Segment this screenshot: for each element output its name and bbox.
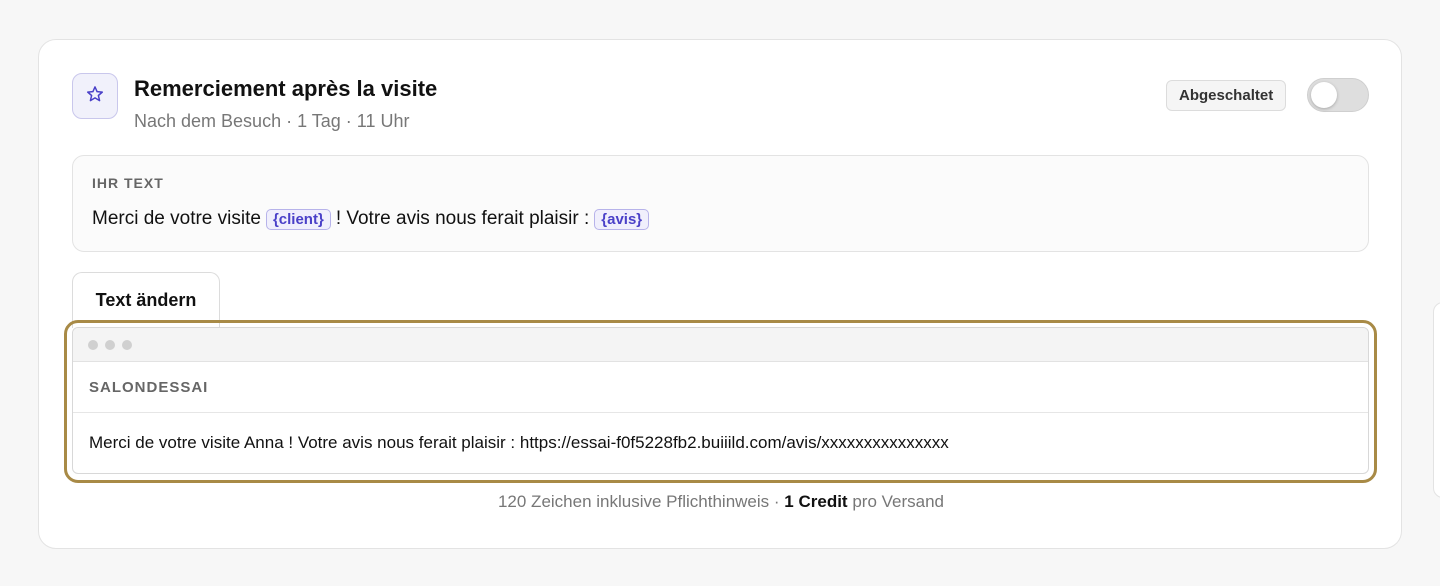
preview-window-bar <box>73 328 1368 362</box>
enable-toggle[interactable] <box>1307 78 1369 112</box>
star-icon <box>86 85 104 108</box>
automation-title: Remerciement après la visite <box>134 76 438 101</box>
window-dot-icon <box>122 339 132 350</box>
side-panel-edge <box>1433 302 1440 498</box>
template-text-part2: ! Votre avis nous ferait plaisir : <box>335 208 590 229</box>
window-dot-icon <box>88 339 98 350</box>
automation-schedule: Nach dem Besuch · 1 Tag · 11 Uhr <box>134 111 410 131</box>
sms-preview: SALONDESSAI Merci de votre visite Anna !… <box>72 327 1369 474</box>
toggle-knob <box>1311 82 1337 108</box>
text-section-label: IHR TEXT <box>92 175 164 191</box>
sms-sender: SALONDESSAI <box>73 362 1368 413</box>
per-send-text: pro Versand <box>852 492 945 511</box>
template-text-part1: Merci de votre visite <box>92 208 261 229</box>
message-template: Merci de votre visite {client} ! Votre a… <box>92 208 654 230</box>
client-token: {client} <box>265 208 331 230</box>
sms-message: Merci de votre visite Anna ! Votre avis … <box>89 433 949 452</box>
status-badge: Abgeschaltet <box>1166 80 1287 111</box>
message-text-box: IHR TEXT Merci de votre visite {client} … <box>72 155 1369 252</box>
credit-count: 1 Credit <box>784 492 848 511</box>
automation-card: Remerciement après la visite Nach dem Be… <box>38 39 1402 549</box>
window-dot-icon <box>105 339 115 350</box>
chars-text: 120 Zeichen inklusive Pflichthinweis · <box>497 492 780 511</box>
automation-icon-box <box>72 73 118 119</box>
character-count-info: 120 Zeichen inklusive Pflichthinweis · 1… <box>39 492 1403 512</box>
avis-token: {avis} <box>594 208 650 230</box>
